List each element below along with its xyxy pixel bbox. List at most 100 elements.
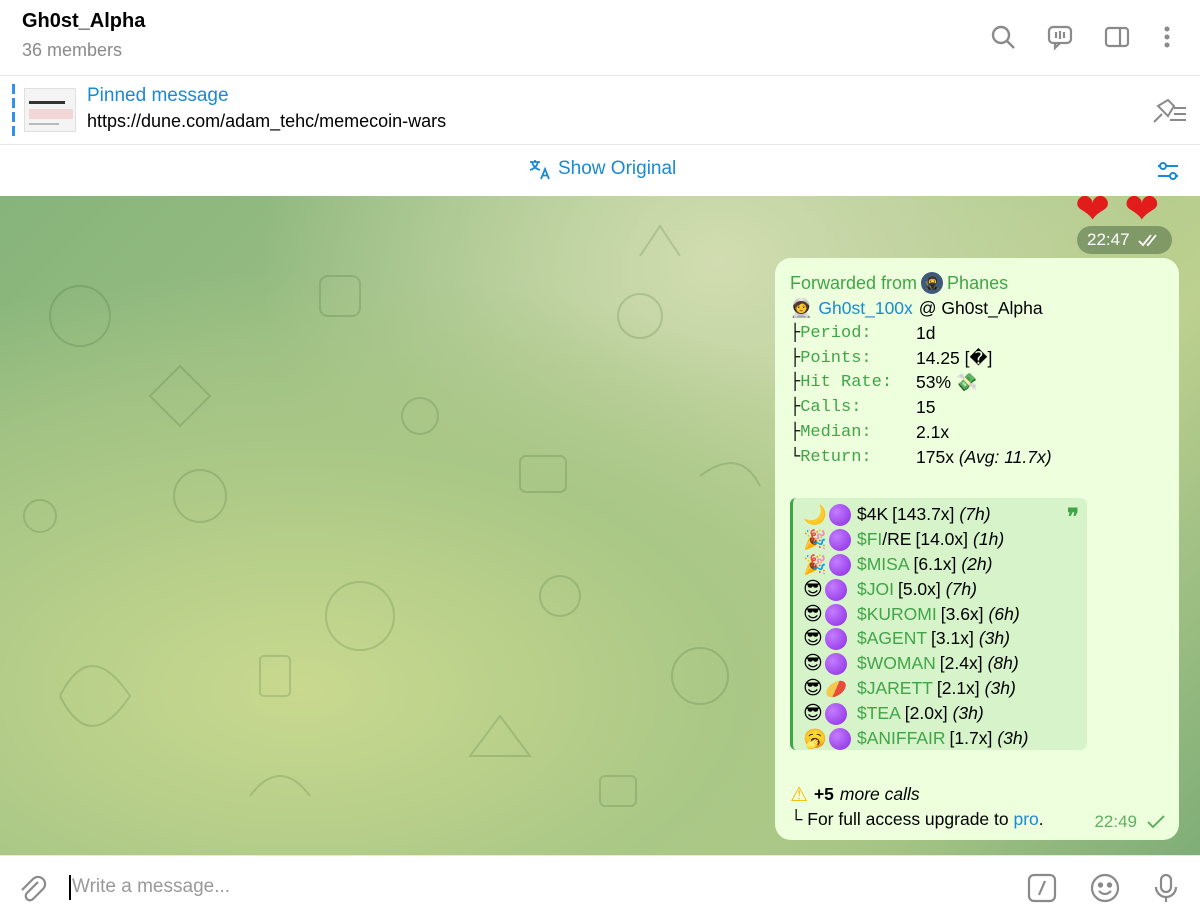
call-emoji: 🎉 (803, 528, 827, 551)
token-symbol[interactable]: $WOMAN (857, 653, 936, 674)
stat-value-text: 175x (916, 446, 959, 467)
call-row: 🥱 $ANIFFAIR [1.7x] (3h) (803, 726, 1079, 751)
call-emoji: 😎 (803, 577, 823, 600)
call-row: 😎 $WOMAN [2.4x] (8h) (803, 651, 1079, 676)
call-row: 😎 $TEA [2.0x] (3h) (803, 701, 1079, 726)
call-emojis: 😎 (803, 652, 857, 676)
token-symbol[interactable]: $JOI (857, 579, 894, 600)
translate-bar: Show Original (0, 145, 1200, 196)
stat-value: 14.25 [�] (916, 348, 992, 369)
calls-quote-block: ❞ 🌙 $4K [143.7x] (7h) 🎉 $FI/RE [14.0x] (1h) 🎉 $MI… (790, 498, 1087, 750)
token-symbol[interactable]: $4K (857, 504, 888, 525)
heart-reaction[interactable]: ❤ (1075, 196, 1110, 230)
microphone-icon[interactable] (1150, 872, 1182, 904)
purple-circle-icon (824, 703, 847, 726)
purple-circle-icon (828, 528, 851, 551)
call-multiplier: [2.1x] (936, 678, 980, 699)
translate-icon (529, 160, 550, 180)
pinned-thumbnail (24, 88, 76, 132)
stat-key: ├Calls: (790, 398, 916, 417)
call-emojis: 😎 (803, 603, 857, 626)
calls-list: 🌙 $4K [143.7x] (7h) 🎉 $FI/RE [14.0x] (1h) 🎉 $MISA… (803, 502, 1079, 751)
call-age: (2h) (961, 553, 993, 574)
call-emoji: 🎉 (803, 553, 827, 576)
pinned-list-icon[interactable] (1148, 94, 1188, 128)
call-multiplier: [3.1x] (931, 628, 974, 649)
heart-reaction[interactable]: ❤ (1124, 196, 1159, 230)
forwarded-name[interactable]: Phanes (947, 273, 1008, 294)
time-label: 22:49 (1094, 812, 1137, 831)
attach-icon[interactable] (16, 872, 48, 904)
pinned-indicator (12, 84, 15, 136)
stat-label: Return: (800, 447, 872, 467)
call-multiplier: [143.7x] (892, 503, 955, 524)
call-row: 😎 $JARETT [2.1x] (3h) (803, 676, 1079, 701)
pill-icon (823, 677, 849, 701)
stat-key: └Return: (790, 448, 916, 467)
message-time: 22:49 (1094, 812, 1165, 832)
call-age: (3h) (952, 703, 984, 724)
purple-circle-icon (824, 628, 847, 651)
stat-label: Period: (800, 323, 872, 343)
call-age: (3h) (984, 678, 1016, 699)
call-emoji: 😎 (803, 702, 823, 725)
emoji-icon[interactable] (1089, 872, 1121, 904)
pinned-message-bar[interactable]: Pinned message https://dune.com/adam_teh… (0, 76, 1200, 145)
time-label: 22:47 (1087, 230, 1130, 249)
token-symbol[interactable]: $JARETT (857, 678, 933, 699)
stat-extra: (Avg: 11.7x) (958, 446, 1052, 467)
stat-row: ├Points: 14.25 [�] (790, 346, 1164, 371)
sidebar-toggle-icon[interactable] (1100, 20, 1134, 54)
token-symbol[interactable]: $FI (857, 529, 882, 550)
stats-list: ├Period: 1d ├Points: 14.25 [�] ├Hit Rate: 53%… (790, 321, 1164, 470)
author-group: @ Gh0st_Alpha (918, 298, 1043, 318)
stat-row: ├Hit Rate: 53% 💸 (790, 371, 1164, 396)
forwarded-header[interactable]: Forwarded from 🥷 Phanes (790, 270, 1164, 296)
stat-label: Calls: (800, 398, 862, 418)
stat-key: ├Hit Rate: (790, 373, 916, 392)
translate-settings-icon[interactable] (1154, 157, 1182, 185)
forwarded-message-bubble[interactable]: Forwarded from 🥷 Phanes 🧑‍🚀 Gh0st_100x @… (775, 258, 1179, 840)
token-symbol[interactable]: $KUROMI (857, 604, 937, 625)
token-symbol[interactable]: $ANIFFAIR (857, 728, 946, 749)
author-link[interactable]: Gh0st_100x (818, 298, 912, 319)
purple-circle-icon (824, 603, 847, 626)
stat-value: 15 (916, 397, 935, 418)
stat-label: Points: (800, 348, 872, 368)
chat-area: ❤ ❤ 22:47 Forwarded from 🥷 Phanes 🧑‍🚀 Gh… (0, 196, 1200, 855)
tree-glyph: └ (790, 447, 801, 467)
more-calls-line: ⚠ +5 more calls (790, 782, 920, 806)
pro-link[interactable]: pro (1013, 809, 1038, 830)
video-chat-icon[interactable] (1043, 20, 1077, 54)
call-multiplier: [5.0x] (897, 578, 941, 599)
bot-commands-icon[interactable] (1026, 872, 1058, 904)
pinned-text: https://dune.com/adam_tehc/memecoin-wars (87, 111, 447, 131)
show-original-button[interactable]: Show Original (528, 157, 676, 181)
call-emoji: 😎 (803, 602, 823, 625)
tree-glyph: ├ (790, 423, 801, 443)
stat-value: 53% 💸 (916, 372, 978, 393)
purple-circle-icon (824, 653, 847, 676)
call-row: 🎉 $FI/RE [14.0x] (1h) (803, 527, 1079, 552)
stat-key: ├Points: (790, 349, 916, 368)
call-row: 🎉 $MISA [6.1x] (2h) (803, 552, 1079, 577)
stat-value-text: 15 (916, 397, 936, 418)
chat-title[interactable]: Gh0st_Alpha (22, 10, 145, 33)
token-symbol[interactable]: $TEA (857, 703, 901, 724)
warning-icon: ⚠ (790, 782, 808, 806)
more-vertical-icon[interactable] (1150, 20, 1184, 54)
message-author: 🧑‍🚀 Gh0st_100x @ Gh0st_Alpha (790, 296, 1164, 321)
token-suffix: /RE (882, 528, 912, 549)
call-emoji: 🌙 (803, 503, 827, 526)
search-icon[interactable] (986, 20, 1020, 54)
token-symbol[interactable]: $AGENT (857, 628, 927, 649)
member-count: 36 members (22, 40, 123, 60)
token-symbol[interactable]: $MISA (857, 554, 910, 575)
stat-key: ├Median: (790, 423, 916, 442)
message-input[interactable] (72, 872, 972, 902)
call-multiplier: [14.0x] (915, 528, 969, 549)
stat-value-text: 2.1x (916, 422, 950, 443)
call-multiplier: [2.4x] (939, 653, 983, 674)
message-reactions[interactable]: ❤ ❤ (1075, 196, 1159, 230)
forwarded-label: Forwarded from (790, 272, 918, 293)
